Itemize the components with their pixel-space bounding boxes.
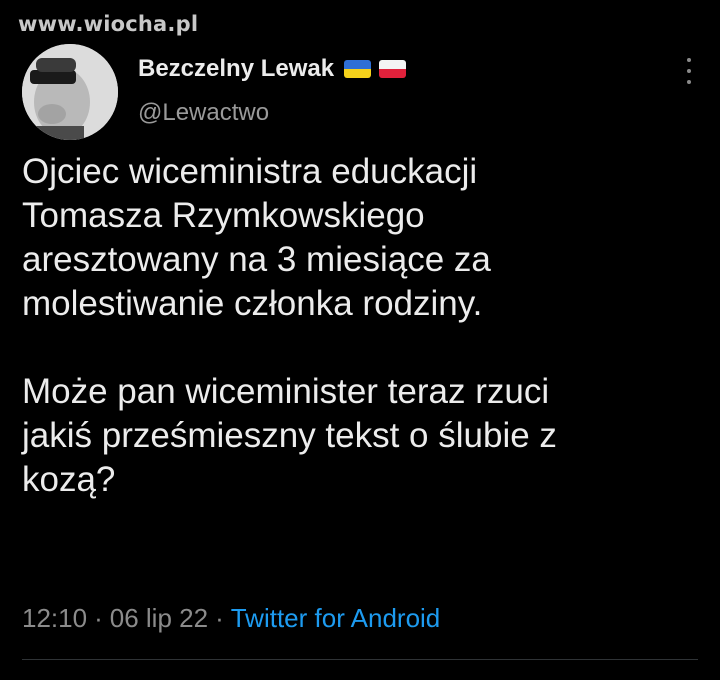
tweet-paragraph-2: Może pan wiceminister teraz rzuci jakiś …	[22, 370, 712, 502]
ukraine-flag-icon	[344, 60, 372, 78]
tweet-source-link[interactable]: Twitter for Android	[231, 603, 441, 634]
tweet-paragraph-1: Ojciec wiceministra educkacji Tomasza Rz…	[22, 150, 712, 326]
tweet-meta: 12:10 · 06 lip 22 · Twitter for Android	[22, 603, 440, 634]
author-handle[interactable]: @Lewactwo	[138, 99, 269, 127]
tweet-line: jakiś prześmieszny tekst o ślubie z	[22, 416, 557, 455]
poland-flag-icon	[379, 60, 407, 78]
tweet-line: Tomasza Rzymkowskiego	[22, 196, 425, 235]
tweet-text: Ojciec wiceministra educkacji Tomasza Rz…	[22, 150, 712, 502]
divider	[22, 659, 698, 660]
meta-separator: ·	[215, 603, 224, 633]
meta-separator: ·	[94, 603, 103, 633]
more-options-icon[interactable]	[684, 58, 694, 84]
tweet-line: Może pan wiceminister teraz rzuci	[22, 372, 550, 411]
author-name-row: Bezczelny Lewak	[138, 55, 407, 83]
flag-icons	[344, 60, 407, 78]
avatar-photo-icon	[22, 44, 118, 140]
tweet-line: molestiwanie członka rodziny.	[22, 284, 483, 323]
tweet-date[interactable]: 06 lip 22	[110, 603, 208, 634]
author-display-name[interactable]: Bezczelny Lewak	[138, 55, 334, 83]
tweet-time[interactable]: 12:10	[22, 603, 87, 634]
tweet-line: aresztowany na 3 miesiące za	[22, 240, 491, 279]
avatar[interactable]	[22, 44, 118, 140]
tweet-line: kozą?	[22, 460, 116, 499]
watermark: www.wiocha.pl	[18, 12, 199, 36]
tweet-line: Ojciec wiceministra educkacji	[22, 152, 478, 191]
